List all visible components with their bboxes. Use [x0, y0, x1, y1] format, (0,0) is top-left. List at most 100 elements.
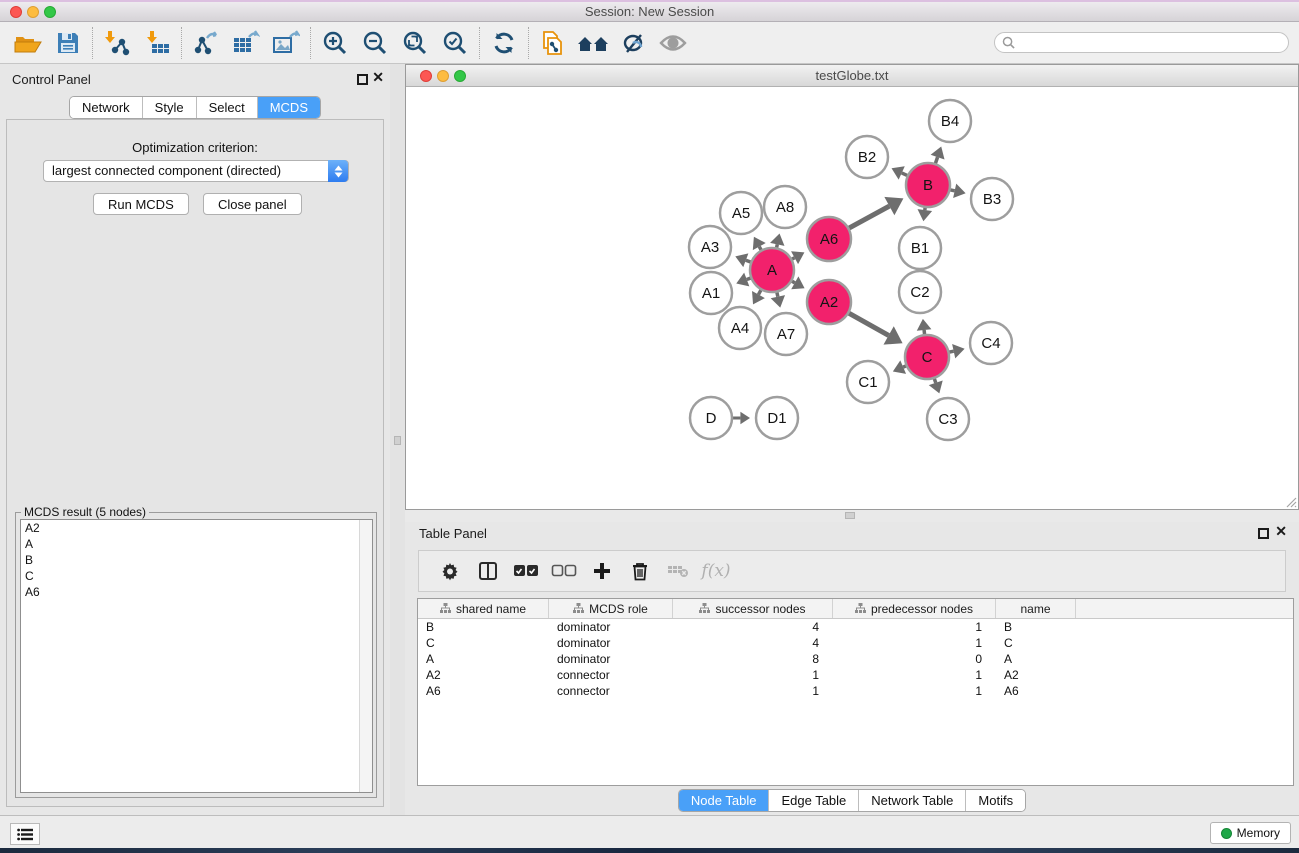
save-icon	[56, 31, 80, 55]
tab-motifs[interactable]: Motifs	[966, 790, 1025, 811]
style-preview-icon	[619, 31, 647, 55]
control-panel-title: Control Panel	[12, 72, 91, 87]
column-header-shared-name[interactable]: shared name	[418, 599, 549, 618]
import-network-button[interactable]	[97, 26, 137, 60]
column-label: shared name	[456, 602, 526, 616]
zoom-selected-icon	[442, 30, 468, 56]
zoom-selected-button[interactable]	[435, 26, 475, 60]
open-session-button[interactable]	[8, 26, 48, 60]
memory-label: Memory	[1237, 826, 1280, 840]
tab-node-table[interactable]: Node Table	[679, 790, 770, 811]
mcds-result-item[interactable]: A6	[21, 584, 372, 600]
horizontal-splitter[interactable]	[405, 510, 1299, 522]
node-label-C3: C3	[938, 411, 957, 428]
tab-network-table[interactable]: Network Table	[859, 790, 966, 811]
edge-A2-C[interactable]	[846, 312, 888, 336]
zoom-out-button[interactable]	[355, 26, 395, 60]
table-row[interactable]: A2connector11A2	[418, 667, 1293, 683]
select-stepper-icon	[328, 160, 348, 182]
import-table-button[interactable]	[137, 26, 177, 60]
table-row[interactable]: Cdominator41C	[418, 635, 1293, 651]
vertical-splitter[interactable]	[390, 64, 405, 815]
table-row[interactable]: Bdominator41B	[418, 619, 1293, 635]
arrowhead-icon	[740, 412, 750, 425]
mcds-result-item[interactable]: C	[21, 568, 372, 584]
column-header-predecessor-nodes[interactable]: predecessor nodes	[833, 599, 996, 618]
save-session-button[interactable]	[48, 26, 88, 60]
network-canvas[interactable]: B4B2BB3B1A5A8A6A3AA1A2A4A7C2CC4C1C3DD1	[406, 87, 1298, 509]
import-table-icon	[144, 30, 170, 56]
delete-table-button[interactable]	[659, 556, 697, 586]
refresh-button[interactable]	[484, 26, 524, 60]
tab-edge-table[interactable]: Edge Table	[769, 790, 859, 811]
mcds-result-item[interactable]: A	[21, 536, 372, 552]
resize-grip-icon[interactable]	[1283, 494, 1297, 508]
close-panel-button[interactable]: ✕	[1275, 526, 1287, 537]
node-label-A3: A3	[701, 239, 719, 256]
cell-name: B	[996, 619, 1076, 635]
column-header-successor-nodes[interactable]: successor nodes	[673, 599, 833, 618]
node-label-D1: D1	[767, 410, 786, 427]
search-field[interactable]	[994, 32, 1289, 53]
table-row[interactable]: Adominator80A	[418, 651, 1293, 667]
run-mcds-button[interactable]: Run MCDS	[93, 193, 189, 215]
export-image-button[interactable]	[266, 26, 306, 60]
table-row[interactable]: A6connector11A6	[418, 683, 1293, 699]
new-network-from-selection-button[interactable]	[533, 26, 573, 60]
checked-boxes-icon	[513, 564, 539, 578]
tab-mcds[interactable]: MCDS	[258, 97, 320, 118]
node-label-C2: C2	[910, 284, 929, 301]
home-button[interactable]	[573, 26, 613, 60]
export-network-button[interactable]	[186, 26, 226, 60]
style-preview-button[interactable]	[613, 26, 653, 60]
settings-gear-button[interactable]	[431, 556, 469, 586]
cell-MCDS-role: dominator	[549, 651, 673, 667]
task-history-button[interactable]	[10, 823, 40, 845]
open-folder-icon	[14, 31, 42, 55]
mcds-result-item[interactable]: A2	[21, 520, 372, 536]
edge-A6-B[interactable]	[847, 206, 890, 229]
node-label-B1: B1	[911, 240, 929, 257]
zoom-fit-button[interactable]	[395, 26, 435, 60]
delete-column-button[interactable]	[621, 556, 659, 586]
network-graph[interactable]: B4B2BB3B1A5A8A6A3AA1A2A4A7C2CC4C1C3DD1	[406, 87, 1298, 509]
cell-shared-name: A6	[418, 683, 549, 699]
column-header-MCDS-role[interactable]: MCDS role	[549, 599, 673, 618]
mcds-result-title: MCDS result (5 nodes)	[21, 505, 149, 519]
tab-style[interactable]: Style	[143, 97, 197, 118]
add-column-button[interactable]	[583, 556, 621, 586]
float-panel-button[interactable]	[357, 72, 368, 90]
deselect-all-checkboxes-button[interactable]	[545, 556, 583, 586]
export-table-button[interactable]	[226, 26, 266, 60]
search-icon	[1002, 36, 1015, 49]
scrollbar-track[interactable]	[359, 520, 372, 792]
zoom-in-button[interactable]	[315, 26, 355, 60]
function-builder-button[interactable]: f(x)	[697, 556, 735, 586]
criterion-select[interactable]: largest connected component (directed)	[43, 160, 349, 182]
show-hide-button[interactable]	[653, 26, 693, 60]
split-columns-button[interactable]	[469, 556, 507, 586]
mcds-result-item[interactable]: B	[21, 552, 372, 568]
cell-successor-nodes: 1	[673, 667, 833, 683]
cell-predecessor-nodes: 0	[833, 651, 996, 667]
node-table[interactable]: shared name MCDS rolesuccessor nodesprede…	[417, 598, 1294, 786]
float-panel-button[interactable]	[1258, 526, 1269, 544]
splitter-handle[interactable]	[845, 512, 855, 519]
splitter-handle[interactable]	[394, 436, 401, 445]
select-all-checkboxes-button[interactable]	[507, 556, 545, 586]
cell-predecessor-nodes: 1	[833, 619, 996, 635]
memory-button[interactable]: Memory	[1210, 822, 1291, 844]
column-header-name[interactable]: name	[996, 599, 1076, 618]
gear-icon	[440, 561, 460, 581]
close-panel-button[interactable]: ✕	[372, 72, 384, 83]
mcds-result-list[interactable]: A2ABCA6	[20, 519, 373, 793]
close-icon: ✕	[372, 69, 384, 85]
cell-name: A	[996, 651, 1076, 667]
tab-network[interactable]: Network	[70, 97, 143, 118]
cell-MCDS-role: connector	[549, 683, 673, 699]
search-input[interactable]	[1015, 36, 1288, 50]
close-panel-button-action[interactable]: Close panel	[203, 193, 302, 215]
control-panel: Control Panel ✕ NetworkStyleSelectMCDS O…	[0, 64, 390, 815]
tab-select[interactable]: Select	[197, 97, 258, 118]
eye-icon	[658, 32, 688, 54]
